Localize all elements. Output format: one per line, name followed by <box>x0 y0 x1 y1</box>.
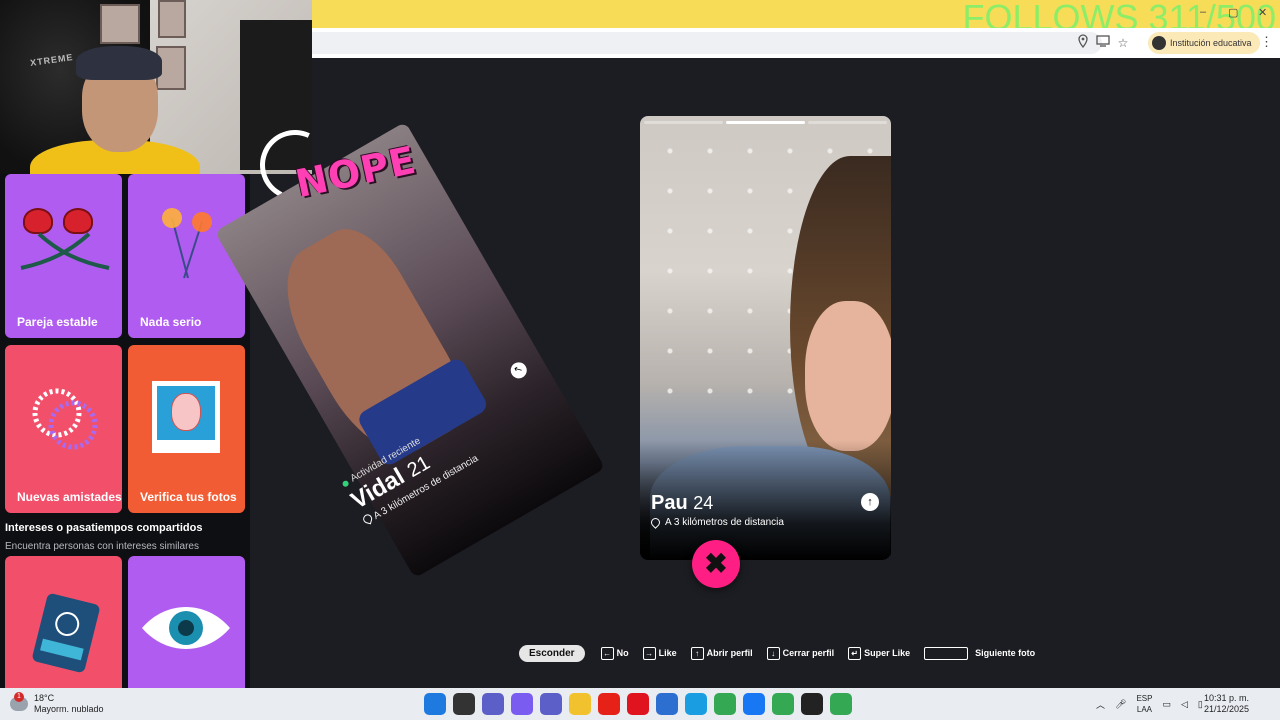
shortcut-open-profile: ↑ Abrir perfil <box>690 646 753 660</box>
minimize-button[interactable]: – <box>1200 6 1206 18</box>
tile-label: Verifica tus fotos <box>140 490 237 504</box>
shortcut-like: → Like <box>642 646 677 660</box>
hide-shortcuts-button[interactable]: Esconder <box>519 644 585 662</box>
file-explorer-icon[interactable] <box>569 693 591 715</box>
bookmark-star-icon[interactable]: ☆ <box>1114 34 1132 52</box>
chrome-icon[interactable] <box>772 693 794 715</box>
notification-badge: 1 <box>14 692 24 702</box>
opera-icon[interactable] <box>627 693 649 715</box>
shortcut-next-photo: Siguiente foto <box>924 646 1035 660</box>
stream-goal-bar: FOLLOWS 311/500 – ▢ ✕ <box>312 0 1280 28</box>
section-subtitle: Encuentra personas con intereses similar… <box>5 541 199 552</box>
windows-icon[interactable] <box>424 693 446 715</box>
location-icon[interactable] <box>1074 34 1092 52</box>
address-bar[interactable] <box>312 32 1102 54</box>
profile-card[interactable]: Pau 24 A 3 kilómetros de distancia ↑ <box>640 116 891 560</box>
explore-panel: Pareja estable Nada serio Nuevas amistad… <box>0 174 250 688</box>
volume-icon[interactable]: ◁ <box>1181 699 1188 710</box>
shortcut-super-like: ↵ Super Like <box>848 646 910 660</box>
keyboard-shortcuts-bar: Esconder ← No → Like ↑ Abrir perfil ↓ Cerrar… <box>519 644 1041 662</box>
spacebar-icon <box>924 646 969 660</box>
browser-menu-icon[interactable]: ⋮ <box>1260 34 1273 50</box>
photo-progress-bar <box>644 121 887 124</box>
profile-photo-detail <box>805 301 891 451</box>
photo-progress-segment <box>644 121 723 124</box>
maximize-button[interactable]: ▢ <box>1228 6 1238 19</box>
tile-label: Nada serio <box>140 315 202 329</box>
bracelets-icon <box>32 388 98 450</box>
time: 10:31 p. m. <box>1204 693 1250 703</box>
obs-icon[interactable] <box>801 693 823 715</box>
tile-nuevas-amistades[interactable]: Nuevas amistades <box>5 345 122 513</box>
rose-icon <box>63 208 93 234</box>
arrow-up-icon: ↑ <box>690 646 704 660</box>
edge-icon[interactable] <box>685 693 707 715</box>
profile-chip[interactable]: Institución educativa <box>1148 32 1260 54</box>
windows-taskbar: 1 18°C Mayorm. nublado ︿ 🎤︎ ESP LAA ▭ ◁ ▯… <box>0 688 1280 720</box>
location-pin-icon <box>362 513 374 525</box>
avatar <box>1152 36 1166 50</box>
language-indicator[interactable]: ESP LAA <box>1136 693 1152 715</box>
sparkler-icon <box>162 208 212 279</box>
nope-button[interactable]: ✖ <box>692 540 740 588</box>
open-profile-icon: ↖ <box>507 359 530 382</box>
copilot-icon[interactable] <box>511 693 533 715</box>
battery-icon[interactable]: ▯ <box>1198 699 1203 710</box>
chrome-icon[interactable] <box>714 693 736 715</box>
profile-distance: A 3 kilómetros de distancia <box>649 516 784 529</box>
network-icon[interactable]: ▭ <box>1162 699 1171 710</box>
chrome-icon[interactable] <box>830 693 852 715</box>
tile-viajes[interactable] <box>5 556 122 688</box>
profile-label: Institución educativa <box>1170 38 1252 48</box>
tile-verifica-fotos[interactable]: Verifica tus fotos <box>128 345 245 513</box>
open-profile-button[interactable]: ↑ <box>861 493 879 511</box>
temperature: 18°C <box>34 693 55 703</box>
system-tray: ︿ 🎤︎ ESP LAA ▭ ◁ ▯ <box>1096 693 1203 715</box>
chat-icon[interactable] <box>482 693 504 715</box>
profile-name: Pau 24 <box>651 492 714 514</box>
weather-widget[interactable]: 1 18°C Mayorm. nublado <box>10 692 104 715</box>
install-app-icon[interactable] <box>1094 34 1112 52</box>
arrow-left-icon: ← <box>600 646 614 660</box>
enter-key-icon: ↵ <box>848 646 862 660</box>
photo-progress-segment <box>808 121 887 124</box>
online-dot <box>341 479 350 488</box>
youtube-icon[interactable] <box>598 693 620 715</box>
tile-nada-serio[interactable]: Nada serio <box>128 174 245 338</box>
facebook-icon[interactable] <box>743 693 765 715</box>
wall-poster <box>100 4 140 44</box>
microphone-icon[interactable]: 🎤︎ <box>1115 699 1126 710</box>
stems-icon <box>20 232 110 270</box>
chevron-up-icon[interactable]: ︿ <box>1096 698 1105 711</box>
teams-icon[interactable] <box>540 693 562 715</box>
rose-icon <box>23 208 53 234</box>
shortcut-no: ← No <box>600 646 629 660</box>
task-view-icon[interactable] <box>453 693 475 715</box>
weather-condition: Mayorm. nublado <box>34 704 104 714</box>
cloud-icon: 1 <box>10 692 28 711</box>
photo-frame-icon <box>152 381 220 453</box>
close-window-button[interactable]: ✕ <box>1258 6 1267 19</box>
wall-poster <box>158 0 186 38</box>
streamer-cap <box>76 46 162 80</box>
tile-pareja-estable[interactable]: Pareja estable <box>5 174 122 338</box>
eye-icon <box>142 607 230 649</box>
passport-icon <box>31 592 101 674</box>
photo-progress-segment <box>726 121 805 124</box>
section-title: Intereses o pasatiempos compartidos <box>5 522 203 534</box>
system-clock[interactable]: 10:31 p. m. 21/12/2025 <box>1204 693 1249 715</box>
location-pin-icon <box>649 516 662 529</box>
store-icon[interactable] <box>656 693 678 715</box>
tile-label: Pareja estable <box>17 315 98 329</box>
date: 21/12/2025 <box>1204 704 1250 714</box>
shortcut-close-profile: ↓ Cerrar perfil <box>766 646 834 660</box>
taskbar-apps <box>424 693 852 715</box>
arrow-down-icon: ↓ <box>766 646 780 660</box>
tile-interes[interactable] <box>128 556 245 688</box>
arrow-right-icon: → <box>642 646 656 660</box>
browser-toolbar: ☆ Institución educativa ⋮ <box>312 28 1280 58</box>
tile-label: Nuevas amistades <box>17 490 122 504</box>
